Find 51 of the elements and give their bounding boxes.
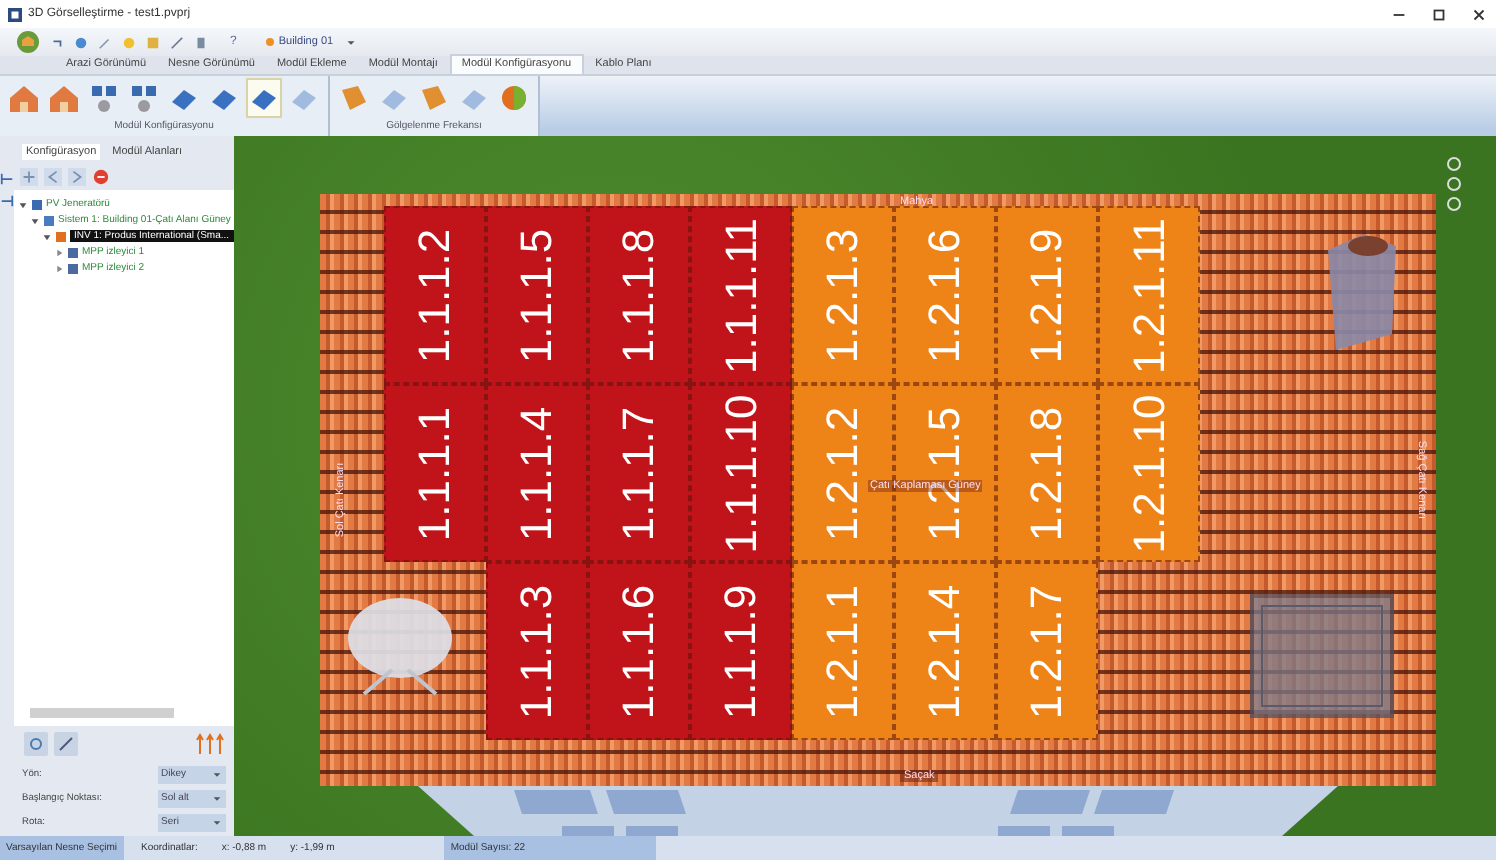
grid-icon — [128, 82, 160, 114]
solar-module[interactable]: 1.1.1.9 — [690, 562, 792, 740]
house-icon — [48, 82, 80, 114]
app-menu-icon[interactable] — [16, 30, 40, 54]
add-icon[interactable] — [20, 168, 38, 186]
shade-icon — [418, 82, 450, 114]
collapsed-arrow-icon[interactable] — [54, 263, 64, 273]
sort-arrows-icon[interactable] — [195, 732, 224, 756]
pencil-icon[interactable] — [54, 732, 78, 756]
solar-module[interactable]: 1.1.1.5 — [486, 206, 588, 384]
globe-icon[interactable] — [74, 35, 88, 49]
node-icon — [56, 231, 66, 241]
gizmo-icon[interactable] — [1444, 156, 1464, 216]
back-icon[interactable] — [44, 168, 62, 186]
expanded-arrow-icon[interactable] — [30, 215, 40, 225]
solar-module[interactable]: 1.1.1.11 — [690, 206, 792, 384]
node-icon — [32, 199, 42, 209]
solar-module[interactable]: 1.1.1.10 — [690, 384, 792, 562]
expand-icon[interactable] — [0, 172, 14, 186]
maximize-icon[interactable] — [1430, 5, 1448, 23]
ball-icon — [498, 82, 530, 114]
ribbon-button[interactable] — [246, 78, 282, 118]
solar-module[interactable]: 1.1.1.1 — [384, 384, 486, 562]
app-icon — [8, 7, 22, 21]
close-icon[interactable] — [1470, 5, 1488, 23]
solar-module[interactable]: 1.1.1.3 — [486, 562, 588, 740]
forward-icon[interactable] — [68, 168, 86, 186]
delete-icon[interactable] — [92, 168, 110, 186]
node-icon — [68, 247, 78, 257]
shade-icon — [338, 82, 370, 114]
pencil-icon[interactable] — [170, 35, 184, 49]
skylight-drawing — [1250, 594, 1394, 718]
solar-module[interactable]: 1.1.1.2 — [384, 206, 486, 384]
house-icon — [8, 82, 40, 114]
grid-icon — [88, 82, 120, 114]
scroll-bar[interactable] — [30, 708, 174, 718]
caret-icon[interactable] — [343, 35, 358, 49]
node-icon — [68, 263, 78, 273]
solar-module[interactable]: 1.1.1.6 — [588, 562, 690, 740]
caret-icon — [211, 793, 222, 803]
collapsed-arrow-icon[interactable] — [54, 247, 64, 257]
expanded-arrow-icon[interactable] — [18, 199, 28, 209]
node-icon — [44, 215, 54, 225]
caret-icon — [211, 769, 222, 779]
solar-module[interactable]: 1.1.1.4 — [486, 384, 588, 562]
solar-module[interactable]: 1.1.1.7 — [588, 384, 690, 562]
collapse-icon[interactable] — [0, 194, 14, 208]
solar-module[interactable]: 1.1.1.8 — [588, 206, 690, 384]
refresh-icon[interactable] — [24, 732, 48, 756]
caret-icon — [211, 817, 222, 827]
expanded-arrow-icon[interactable] — [42, 231, 52, 241]
